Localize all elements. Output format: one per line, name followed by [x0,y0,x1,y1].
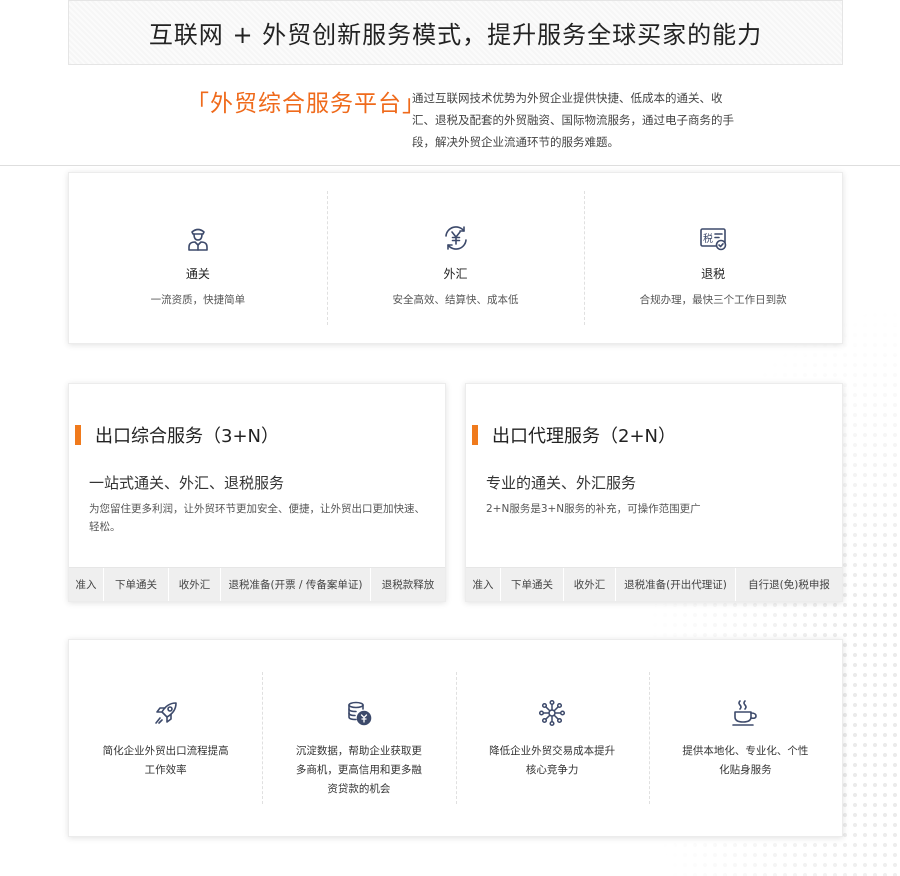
step-item[interactable]: 退税准备(开出代理证) [616,568,736,601]
feature-forex[interactable]: 外汇 安全高效、结算快、成本低 [326,173,585,343]
feature-customs[interactable]: 通关 一流资质，快捷简单 [69,173,327,343]
yuan-exchange-icon [444,226,467,250]
platform-intro: 「外贸综合服务平台」 通过互联网技术优势为外贸企业提供快捷、低成本的通关、收汇、… [0,80,900,166]
tax-refund-icon: 税 [700,228,727,251]
banner-title: 互联网 + 外贸创新服务模式，提升服务全球买家的能力 [148,21,763,49]
step-item[interactable]: 下单通关 [104,568,169,601]
feature-title: 外汇 [443,267,468,281]
service-subtitle: 一站式通关、外汇、退税服务 [89,474,285,492]
benefit-text: 提供本地化、专业化、个性化贴身服务 [682,745,809,776]
benefit-text: 降低企业外贸交易成本提升核心竞争力 [489,745,616,776]
step-item[interactable]: 收外汇 [564,568,616,601]
benefit-cost: 降低企业外贸交易成本提升核心竞争力 [455,640,649,836]
service-title: 出口综合服务（3+N） [75,422,279,448]
benefits-card: 简化企业外贸出口流程提高工作效率 沉淀数据，帮助企业获取更多商机，更高信用和更多… [68,639,843,837]
service-description: 2+N服务是3+N服务的补充，可操作范围更广 [486,503,701,515]
hero-banner: 互联网 + 外贸创新服务模式，提升服务全球买家的能力 [68,0,843,65]
step-item[interactable]: 收外汇 [169,568,221,601]
benefit-text: 沉淀数据，帮助企业获取更多商机，更高信用和更多融资贷款的机会 [295,745,422,795]
intro-description: 通过互联网技术优势为外贸企业提供快捷、低成本的通关、收汇、退税及配套的外贸融资、… [412,91,734,149]
step-item[interactable]: 退税准备(开票 / 传备案单证) [221,568,371,601]
step-item[interactable]: 准入 [466,568,501,601]
feature-desc: 一流资质，快捷简单 [150,294,246,306]
features-card: 通关 一流资质，快捷简单 外汇 安全高效、结算快、成本低 税 退税 合规办理，最… [68,172,843,344]
intro-title: 「外贸综合服务平台」 [186,91,426,117]
benefit-personal-service: 提供本地化、专业化、个性化贴身服务 [648,640,842,836]
feature-title: 通关 [185,267,210,281]
service-card-export-comprehensive[interactable]: 出口综合服务（3+N） 一站式通关、外汇、退税服务 为您留住更多利润，让外贸环节… [68,383,446,602]
service-card-export-agent[interactable]: 出口代理服务（2+N） 专业的通关、外汇服务 2+N服务是3+N服务的补充，可操… [465,383,843,602]
coins-icon [348,701,372,726]
benefit-efficiency: 简化企业外贸出口流程提高工作效率 [69,640,262,836]
service-description: 为您留住更多利润，让外贸环节更加安全、便捷，让外贸出口更加快速、轻松。 [89,503,425,533]
feature-tax-refund[interactable]: 税 退税 合规办理，最快三个工作日到款 [584,173,842,343]
rocket-icon [154,702,177,724]
benefit-data-credit: 沉淀数据，帮助企业获取更多商机，更高信用和更多融资贷款的机会 [262,640,455,836]
network-icon [539,699,566,727]
service-subtitle: 专业的通关、外汇服务 [486,474,637,492]
coffee-cup-icon [732,700,758,726]
feature-title: 退税 [701,267,726,281]
service-steps: 准入 下单通关 收外汇 退税准备(开出代理证) 自行退(免)税申报 [466,567,842,601]
feature-desc: 合规办理，最快三个工作日到款 [639,294,787,306]
service-steps: 准入 下单通关 收外汇 退税准备(开票 / 传备案单证) 退税款释放 [69,567,445,601]
step-item[interactable]: 下单通关 [501,568,564,601]
service-title: 出口代理服务（2+N） [472,422,676,448]
benefit-text: 简化企业外贸出口流程提高工作效率 [102,745,229,776]
feature-desc: 安全高效、结算快、成本低 [392,294,519,306]
customs-officer-icon [188,228,208,251]
step-item[interactable]: 自行退(免)税申报 [736,568,842,601]
step-item[interactable]: 退税款释放 [371,568,445,601]
svg-text:税: 税 [703,232,713,245]
step-item[interactable]: 准入 [69,568,104,601]
